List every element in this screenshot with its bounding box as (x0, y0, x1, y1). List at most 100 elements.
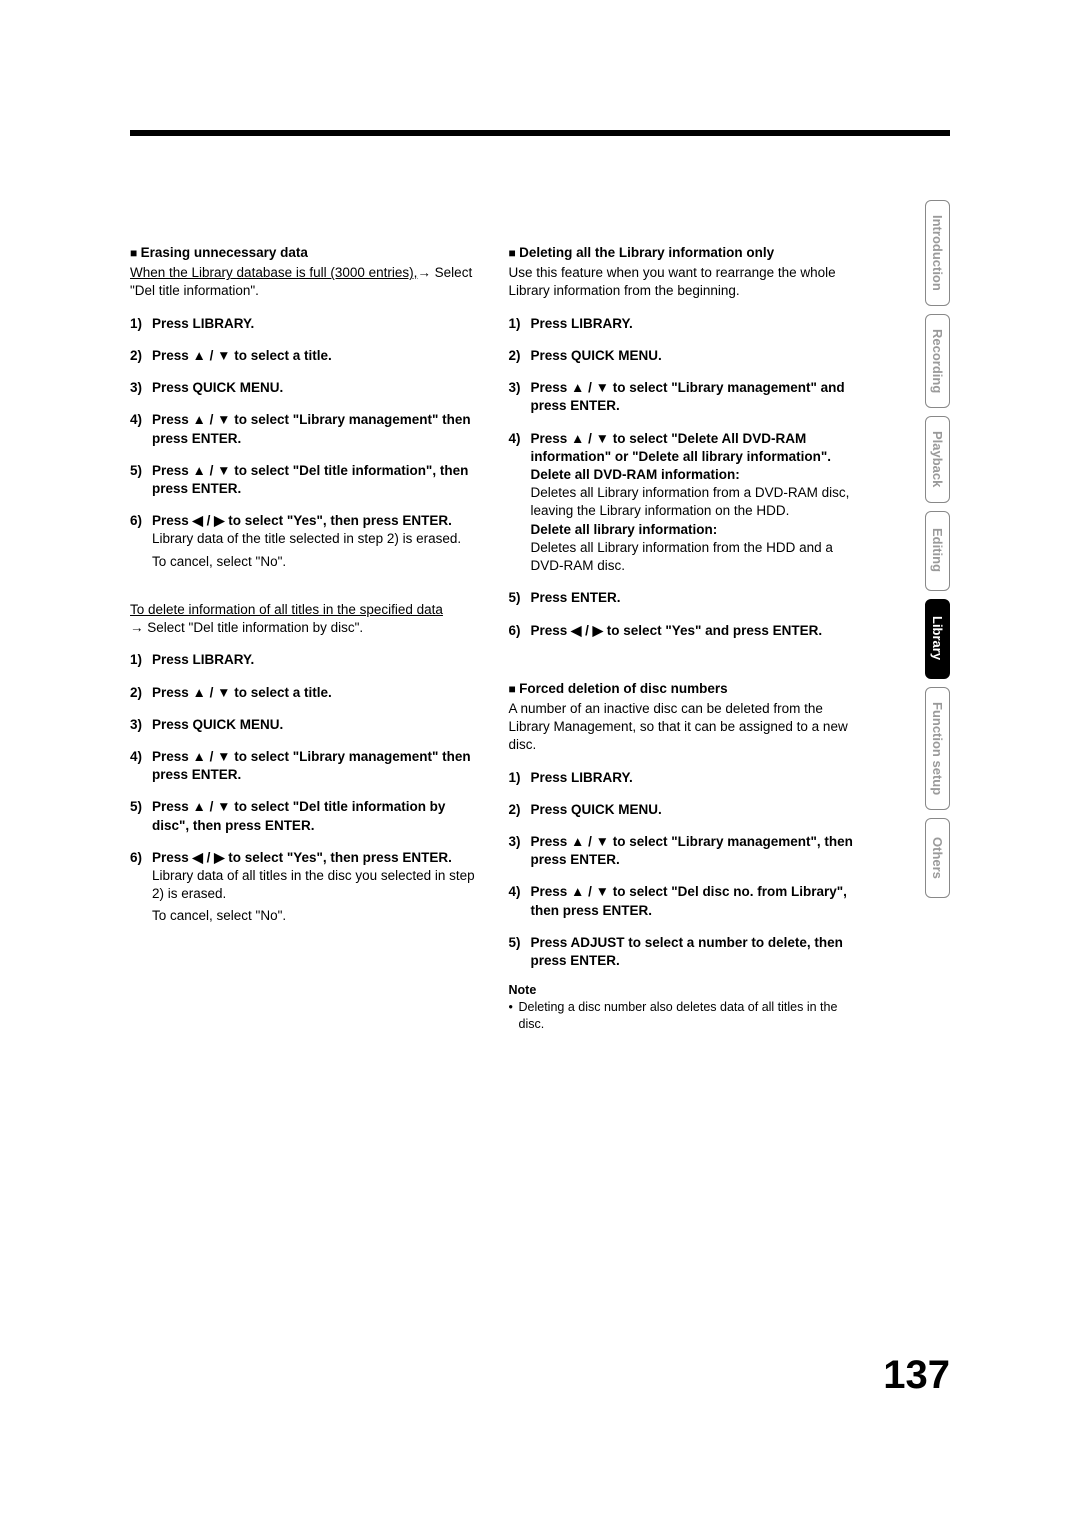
step-head: Press LIBRARY. (531, 316, 633, 331)
step: 4) Press ▲ / ▼ to select "Del disc no. fr… (509, 883, 856, 919)
step-body: To cancel, select "No". (152, 907, 477, 925)
step-head: Press LIBRARY. (531, 770, 633, 785)
step-head: Press ▲ / ▼ to select "Del disc no. from… (531, 884, 847, 917)
note-rest: → Select "Del title information by disc"… (130, 620, 363, 635)
section-title-deleting-all: Deleting all the Library information onl… (509, 244, 856, 262)
step: 1) Press LIBRARY. (509, 315, 856, 333)
step-body: To cancel, select "No". (152, 553, 477, 571)
step: 2)Press ▲ / ▼ to select a title. (130, 684, 477, 702)
step-num: 1) (130, 651, 142, 669)
intro-deleting-all: Use this feature when you want to rearra… (509, 264, 856, 300)
step: 2) Press QUICK MENU. (509, 801, 856, 819)
tab-function-setup[interactable]: Function setup (925, 687, 950, 810)
page-number: 137 (883, 1353, 950, 1398)
step: 1) Press LIBRARY. (130, 315, 477, 333)
tab-library[interactable]: Library (925, 599, 950, 679)
step: 3)Press ▲ / ▼ to select "Library managem… (509, 379, 856, 415)
step-head: Press ◀ / ▶ to select "Yes", then press … (152, 513, 452, 528)
note-delete-all-titles: To delete information of all titles in t… (130, 601, 477, 637)
step-head: Press ▲ / ▼ to select "Del title informa… (152, 463, 468, 496)
note-underline: To delete information of all titles in t… (130, 602, 443, 617)
tab-others[interactable]: Others (925, 818, 950, 898)
page-content: Erasing unnecessary data When the Librar… (130, 244, 855, 1033)
step-head: Press ▲ / ▼ to select "Del title informa… (152, 799, 445, 832)
sub-head: Delete all library information: (531, 521, 856, 539)
step-head: Press ENTER. (531, 590, 621, 605)
step-num: 3) (509, 833, 521, 851)
step-head: Press ▲ / ▼ to select "Library managemen… (531, 834, 853, 867)
step: 4) Press ▲ / ▼ to select "Library managem… (130, 411, 477, 447)
step: 3) Press ▲ / ▼ to select "Library managem… (509, 833, 856, 869)
step: 3) Press QUICK MENU. (130, 716, 477, 734)
step: 5) Press ADJUST to select a number to del… (509, 934, 856, 970)
intro-arrow: → (417, 265, 431, 280)
note-heading: Note (509, 982, 856, 999)
step-num: 2) (509, 347, 521, 365)
step-head: Press ▲ / ▼ to select a title. (152, 348, 332, 363)
step-num: 2) (130, 684, 142, 702)
step-head: Press QUICK MENU. (531, 348, 662, 363)
step-body: Library data of the title selected in st… (152, 530, 477, 548)
step: 4) Press ▲ / ▼ to select "Delete All DVD-… (509, 430, 856, 576)
step-num: 4) (130, 748, 142, 766)
note-body: Deleting a disc number also deletes data… (509, 999, 856, 1033)
step-head: Press QUICK MENU. (152, 380, 283, 395)
tab-introduction[interactable]: Introduction (925, 200, 950, 306)
step-num: 3) (130, 716, 142, 734)
step-num: 5) (509, 934, 521, 952)
intro-erasing: When the Library database is full (3000 … (130, 264, 477, 300)
step: 5) Press ▲ / ▼ to select "Del title infor… (130, 798, 477, 834)
step-num: 6) (130, 512, 142, 530)
step-head: Press ▲ / ▼ to select "Library managemen… (152, 749, 471, 782)
tab-playback[interactable]: Playback (925, 416, 950, 502)
step: 2) Press ▲ / ▼ to select a title. (130, 347, 477, 365)
step-head: Press ▲ / ▼ to select "Delete All DVD-RA… (531, 431, 832, 464)
right-column: Deleting all the Library information onl… (509, 244, 856, 1033)
step-head: Press LIBRARY. (152, 316, 254, 331)
step-num: 2) (509, 801, 521, 819)
step-num: 4) (130, 411, 142, 429)
step-head: Press ◀ / ▶ to select "Yes" and press EN… (531, 623, 823, 638)
step: 1) Press LIBRARY. (130, 651, 477, 669)
step-num: 6) (509, 622, 521, 640)
step-num: 3) (130, 379, 142, 397)
step-num: 5) (509, 589, 521, 607)
step: 6) Press ◀ / ▶ to select "Yes" and press … (509, 622, 856, 640)
step-head: Press LIBRARY. (152, 652, 254, 667)
step-num: 1) (509, 315, 521, 333)
step-num: 5) (130, 798, 142, 816)
step-num: 5) (130, 462, 142, 480)
step-head: Press ◀ / ▶ to select "Yes", then press … (152, 850, 452, 865)
step-head: Press QUICK MENU. (152, 717, 283, 732)
step-head: Press QUICK MENU. (531, 802, 662, 817)
step: 4) Press ▲ / ▼ to select "Library managem… (130, 748, 477, 784)
tab-recording[interactable]: Recording (925, 314, 950, 408)
intro-forced-deletion: A number of an inactive disc can be dele… (509, 700, 856, 755)
step: 6) Press ◀ / ▶ to select "Yes", then pres… (130, 512, 477, 571)
top-rule (130, 130, 950, 136)
step-head: Press ▲ / ▼ to select "Library managemen… (152, 412, 471, 445)
section-title-erasing: Erasing unnecessary data (130, 244, 477, 262)
step-num: 6) (130, 849, 142, 867)
sub-body: Deletes all Library information from a D… (531, 484, 856, 520)
sub-body: Deletes all Library information from the… (531, 539, 856, 575)
step-num: 1) (130, 315, 142, 333)
step: 6) Press ◀ / ▶ to select "Yes", then pres… (130, 849, 477, 926)
step-num: 3) (509, 379, 521, 397)
step-body: Library data of all titles in the disc y… (152, 867, 477, 903)
left-column: Erasing unnecessary data When the Librar… (130, 244, 477, 1033)
tab-editing[interactable]: Editing (925, 511, 950, 591)
step-num: 1) (509, 769, 521, 787)
step-head: Press ADJUST to select a number to delet… (531, 935, 843, 968)
step-num: 4) (509, 883, 521, 901)
step: 5) Press ▲ / ▼ to select "Del title infor… (130, 462, 477, 498)
step: 5) Press ENTER. (509, 589, 856, 607)
sub-head: Delete all DVD-RAM information: (531, 466, 856, 484)
step-num: 2) (130, 347, 142, 365)
step: 3) Press QUICK MENU. (130, 379, 477, 397)
step-num: 4) (509, 430, 521, 448)
section-title-forced-deletion: Forced deletion of disc numbers (509, 680, 856, 698)
step: 1) Press LIBRARY. (509, 769, 856, 787)
step: 2) Press QUICK MENU. (509, 347, 856, 365)
side-tabs: Introduction Recording Playback Editing … (870, 200, 950, 898)
